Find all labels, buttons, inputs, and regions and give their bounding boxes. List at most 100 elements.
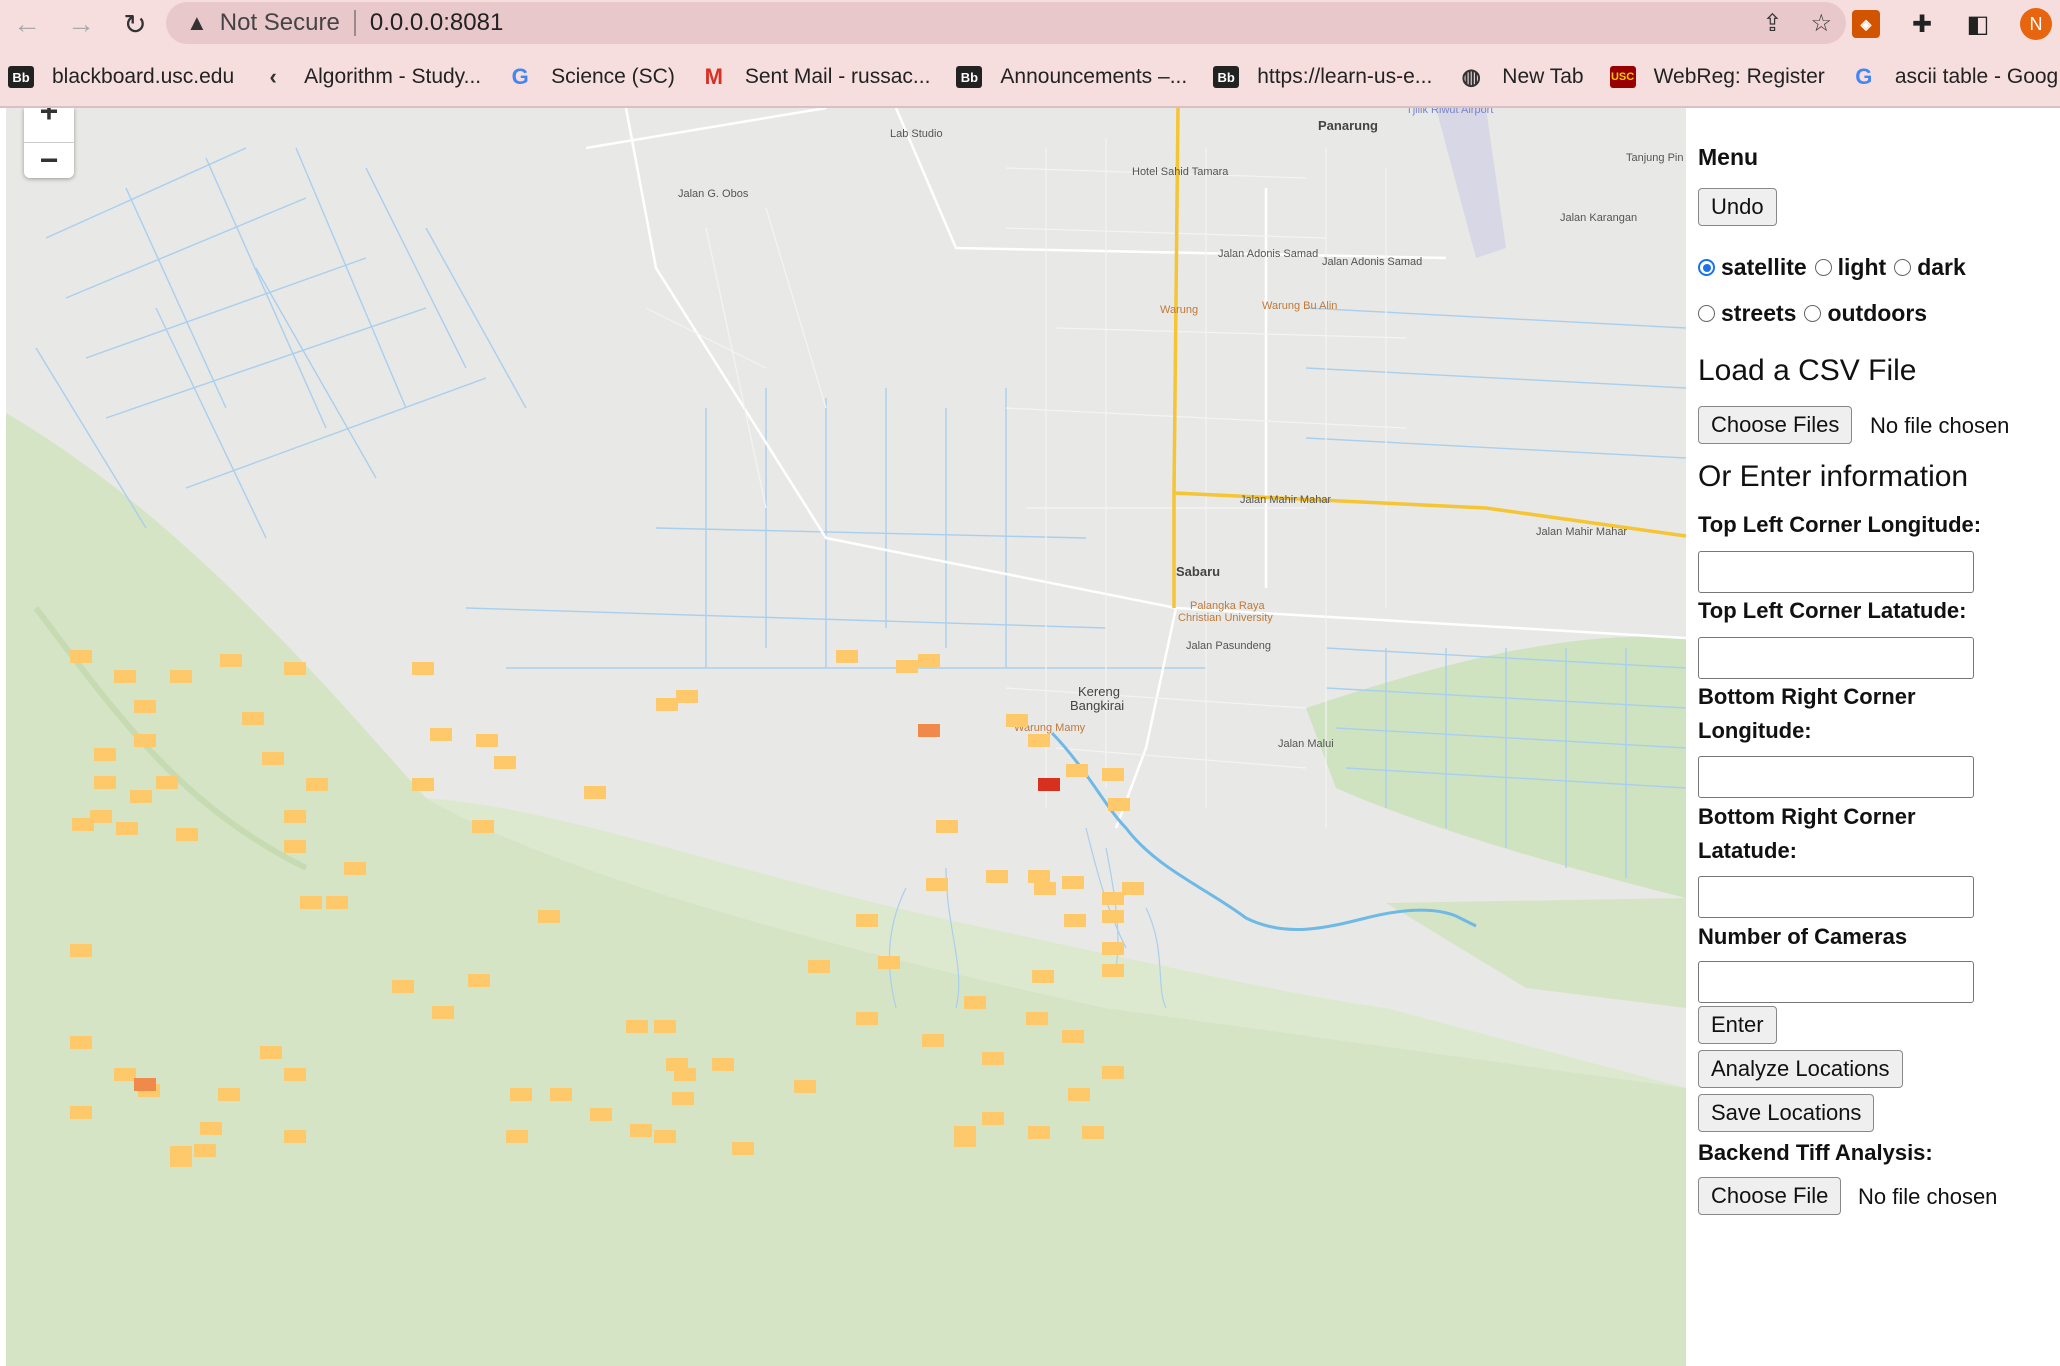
- url-text[interactable]: 0.0.0.0:8081: [370, 9, 503, 37]
- heatmap-cell: [284, 810, 306, 823]
- heatmap-cell: [982, 1052, 1004, 1065]
- map-label-lab-studio: Lab Studio: [890, 128, 943, 140]
- heatmap-cell: [918, 724, 940, 737]
- choose-files-button[interactable]: Choose Files: [1698, 406, 1853, 444]
- map-label-warung-bu-alin: Warung Bu Alin: [1262, 300, 1338, 312]
- heatmap-cell: [550, 1088, 572, 1101]
- heatmap-cell: [134, 700, 156, 713]
- top-left-latitude-label: Top Left Corner Latatude:: [1698, 598, 1967, 623]
- brave-shield-icon[interactable]: ◈: [1852, 10, 1880, 38]
- heatmap-cell: [654, 1020, 676, 1033]
- heatmap-cell: [1064, 914, 1086, 927]
- number-of-cameras-label: Number of Cameras: [1698, 924, 1908, 949]
- heatmap-cell: [1102, 892, 1124, 905]
- heatmap-cell: [134, 1078, 156, 1091]
- bookmark-algorithm[interactable]: ‹ Algorithm - Study...: [252, 64, 499, 89]
- heatmap-cell: [262, 752, 284, 765]
- heatmap-cell: [432, 1006, 454, 1019]
- heatmap-cell: [584, 786, 606, 799]
- bookmark-label: New Tab: [1502, 65, 1584, 88]
- heatmap-cell: [94, 776, 116, 789]
- map-label-sabaru: Sabaru: [1176, 564, 1221, 579]
- top-left-latitude-input[interactable]: [1698, 637, 1974, 679]
- radio-label-streets: streets: [1721, 300, 1797, 326]
- security-label[interactable]: Not Secure: [220, 9, 340, 37]
- heatmap-cell: [392, 980, 414, 993]
- bookmark-ascii[interactable]: Gascii table - Goog: [1843, 64, 2060, 89]
- number-of-cameras-input[interactable]: [1698, 961, 1974, 1003]
- side-panel-icon[interactable]: ◧: [1964, 10, 1992, 38]
- enter-button[interactable]: Enter: [1698, 1006, 1777, 1044]
- bookmark-science[interactable]: G Science (SC): [499, 64, 693, 89]
- zoom-out-button[interactable]: −: [24, 142, 74, 178]
- bottom-right-longitude-input[interactable]: [1698, 756, 1974, 798]
- undo-button[interactable]: Undo: [1698, 188, 1777, 226]
- heatmap-cell: [300, 896, 322, 909]
- heatmap-cell: [284, 1068, 306, 1081]
- heatmap-cell: [344, 862, 366, 875]
- heatmap-cell: [70, 650, 92, 663]
- map-label-kereng: Kereng: [1078, 684, 1120, 699]
- heatmap-cell: [794, 1080, 816, 1093]
- heatmap-cell: [1102, 1066, 1124, 1079]
- heatmap-cell: [200, 1122, 222, 1135]
- radio-streets[interactable]: [1698, 305, 1715, 322]
- heatmap-cell: [630, 1124, 652, 1137]
- bookmark-new-tab[interactable]: ◍ New Tab: [1450, 64, 1601, 89]
- bookmark-star-icon[interactable]: ☆: [1810, 9, 1832, 38]
- extensions-puzzle-icon[interactable]: ✚: [1908, 10, 1936, 38]
- heatmap-cell: [878, 956, 900, 969]
- heatmap-cell: [856, 1012, 878, 1025]
- profile-avatar[interactable]: N: [2020, 8, 2052, 40]
- address-bar[interactable]: ▲ Not Secure 0.0.0.0:8081 ⇪ ☆: [166, 2, 1846, 44]
- warning-icon[interactable]: ▲: [186, 10, 208, 36]
- heatmap-cell: [326, 896, 348, 909]
- map-label-adonis-2: Jalan Adonis Samad: [1322, 256, 1423, 268]
- bookmark-label: https://learn-us-e...: [1257, 65, 1433, 88]
- radio-label-satellite: satellite: [1721, 254, 1807, 280]
- map-view[interactable]: Panarung Tanjung Pin Tjilik Riwut Airpor…: [6, 108, 1686, 1366]
- arrow-right-icon[interactable]: →: [54, 0, 108, 48]
- bookmark-learn[interactable]: Bb https://learn-us-e...: [1205, 65, 1450, 89]
- radio-light[interactable]: [1814, 259, 1832, 276]
- map-basemap: [6, 108, 1686, 1366]
- heatmap-cell: [412, 778, 434, 791]
- omnibox-divider: [353, 10, 356, 36]
- heatmap-cell: [626, 1020, 648, 1033]
- map-label-warung: Warung: [1160, 304, 1199, 316]
- heatmap-cell: [116, 822, 138, 835]
- share-icon[interactable]: ⇪: [1762, 9, 1782, 38]
- radio-dark[interactable]: [1894, 259, 1912, 276]
- arrow-left-icon[interactable]: ←: [0, 0, 54, 48]
- heatmap-cell: [1122, 882, 1144, 895]
- bookmark-webreg[interactable]: USC WebReg: Register: [1602, 65, 1843, 89]
- zoom-in-button[interactable]: +: [24, 108, 74, 129]
- heatmap-cell: [1062, 876, 1084, 889]
- load-csv-heading: Load a CSV File: [1698, 354, 1917, 387]
- heatmap-cell: [856, 914, 878, 927]
- blackboard-icon: Bb: [1213, 66, 1240, 88]
- map-label-tanjung: Tanjung Pin: [1626, 152, 1684, 164]
- bookmark-label: blackboard.usc.edu: [52, 65, 235, 88]
- reload-icon[interactable]: ↻: [108, 0, 162, 48]
- analyze-locations-button[interactable]: Analyze Locations: [1698, 1050, 1903, 1088]
- bookmark-announcements[interactable]: Bb Announcements –...: [948, 65, 1205, 89]
- top-left-longitude-input[interactable]: [1698, 551, 1974, 593]
- heatmap-cell: [982, 1112, 1004, 1125]
- heatmap-cell: [672, 1092, 694, 1105]
- radio-satellite[interactable]: [1698, 259, 1715, 276]
- usc-icon: USC: [1609, 66, 1636, 88]
- heatmap-cell: [1102, 910, 1124, 923]
- radio-outdoors[interactable]: [1804, 305, 1822, 322]
- heatmap-cell: [986, 870, 1008, 883]
- heatmap-cell: [1102, 964, 1124, 977]
- blackboard-icon: Bb: [956, 66, 983, 88]
- tiff-file-status: No file chosen: [1858, 1184, 1998, 1209]
- heatmap-cell: [896, 660, 918, 673]
- save-locations-button[interactable]: Save Locations: [1698, 1094, 1875, 1132]
- bottom-right-latitude-input[interactable]: [1698, 876, 1974, 918]
- bookmark-sent-mail[interactable]: M Sent Mail - russac...: [693, 64, 949, 89]
- choose-file-button[interactable]: Choose File: [1698, 1177, 1842, 1215]
- bookmark-blackboard[interactable]: Bb blackboard.usc.edu: [0, 65, 252, 89]
- heatmap-cell: [412, 662, 434, 675]
